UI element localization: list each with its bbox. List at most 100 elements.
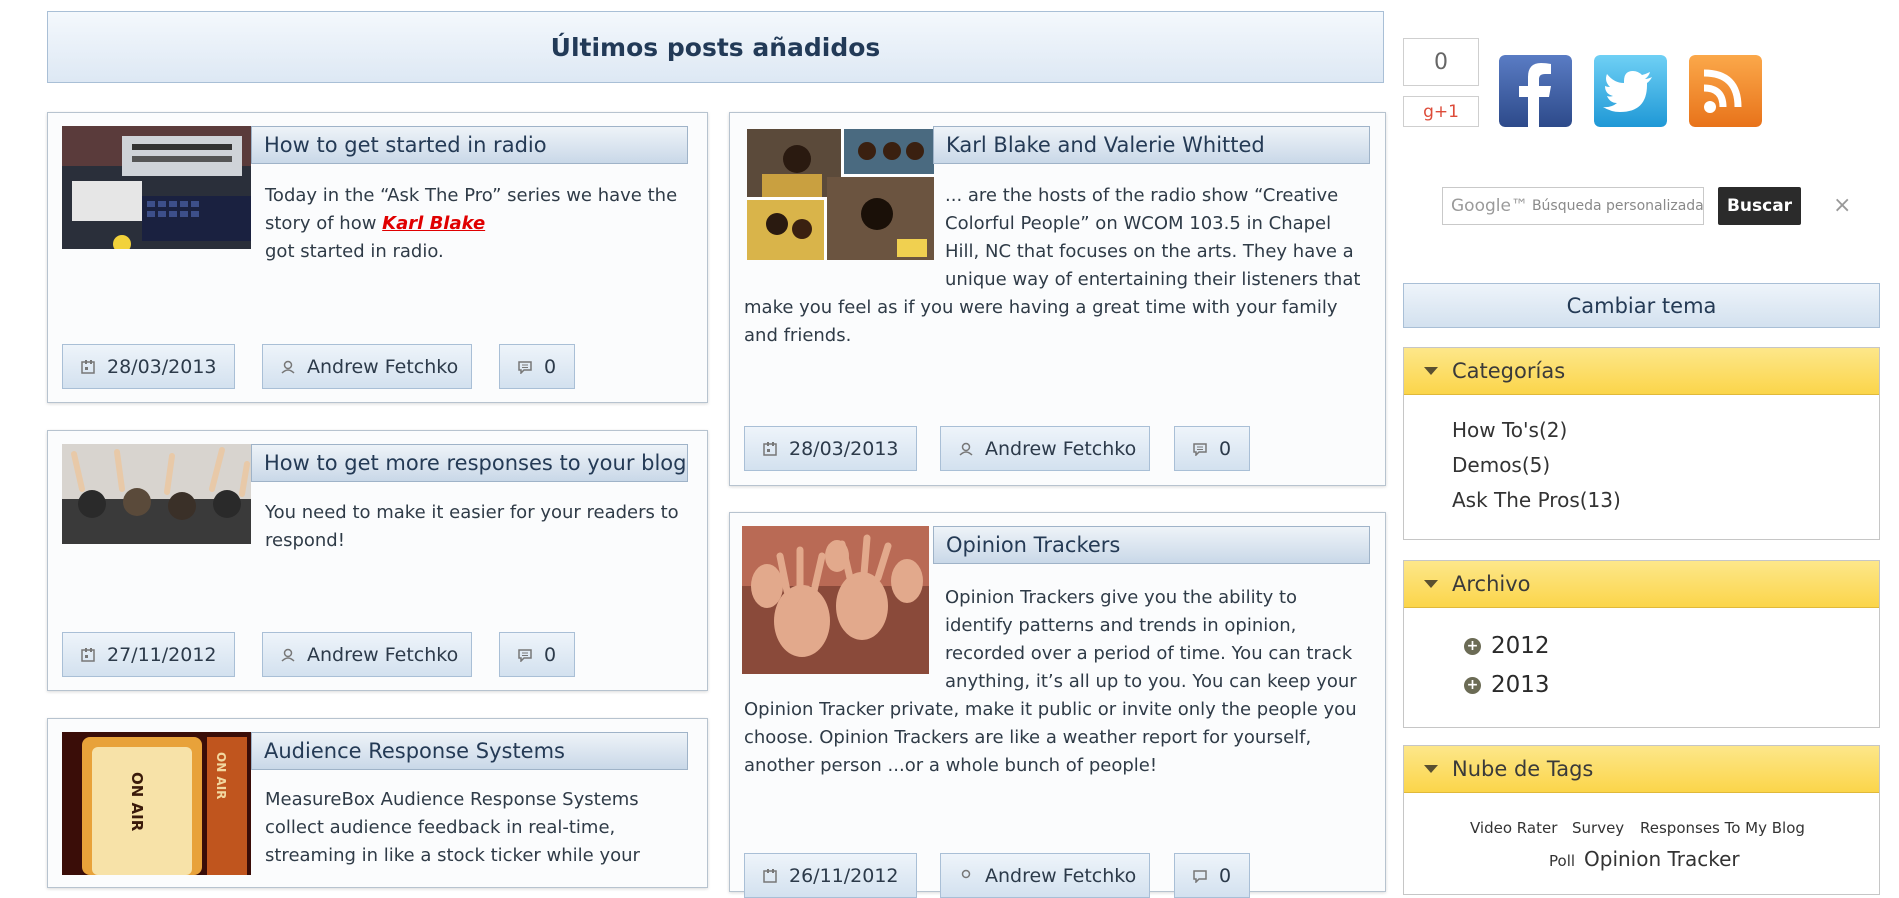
comment-count: 0	[544, 643, 557, 666]
search-button[interactable]: Buscar	[1718, 187, 1801, 225]
expand-plus-icon[interactable]: +	[1464, 637, 1481, 655]
tag-cloud-header[interactable]: Nube de Tags	[1404, 746, 1879, 793]
excerpt-line: recorded over a period of time. You can …	[945, 643, 1353, 664]
post-thumbnail-collage[interactable]	[747, 129, 934, 260]
user-icon	[281, 648, 295, 662]
post-title-link[interactable]: Karl Blake and Valerie Whitted	[933, 126, 1370, 164]
post-card-5: Opinion Trackers Opinion Trackers give y…	[729, 512, 1386, 898]
post-comments-button[interactable]: 0	[499, 344, 575, 389]
post-title-link[interactable]: How to get started in radio	[251, 126, 688, 164]
post-date: 27/11/2012	[107, 643, 217, 666]
rss-icon[interactable]	[1689, 55, 1762, 127]
post-author: Andrew Fetchko	[307, 355, 459, 378]
post-date: 28/03/2013	[107, 355, 217, 378]
post-comments-button[interactable]: 0	[1174, 853, 1250, 898]
post-author: Andrew Fetchko	[985, 864, 1137, 887]
post-excerpt: Today in the “Ask The Pro” series we hav…	[265, 182, 695, 266]
share-counter: 0	[1403, 38, 1479, 86]
post-author: Andrew Fetchko	[985, 437, 1137, 460]
widget-title: Nube de Tags	[1452, 757, 1594, 781]
post-card-4: Karl Blake and Valerie Whitted ... are t…	[729, 112, 1386, 486]
collapse-triangle-icon	[1424, 580, 1438, 588]
post-date: 26/11/2012	[789, 864, 899, 887]
tag-link[interactable]: Opinion Tracker	[1584, 847, 1740, 871]
post-date-button[interactable]: 26/11/2012	[744, 853, 917, 898]
excerpt-line: Opinion Trackers give you the ability to	[945, 587, 1298, 608]
excerpt-line: Hill, NC that focuses on the arts. They …	[945, 241, 1354, 262]
excerpt-line: anything, it’s all up to you. You can ke…	[945, 671, 1357, 692]
comment-icon	[1193, 442, 1207, 456]
post-thumbnail-raised-hands[interactable]	[62, 444, 251, 544]
archive-widget: Archivo + 2012 + 2013	[1403, 560, 1880, 728]
archive-year-2012[interactable]: + 2012	[1464, 633, 1550, 659]
categories-header[interactable]: Categorías	[1404, 348, 1879, 395]
post-date-button[interactable]: 28/03/2013	[744, 426, 917, 471]
post-author-button[interactable]: Andrew Fetchko	[940, 426, 1150, 471]
comment-count: 0	[1219, 437, 1232, 460]
post-excerpt: MeasureBox Audience Response Systems col…	[265, 789, 640, 866]
post-excerpt: ... are the hosts of the radio show “Cre…	[945, 182, 1375, 294]
comment-icon	[518, 360, 532, 374]
svg-text:ON AIR: ON AIR	[128, 772, 146, 832]
post-excerpt-continued: Opinion Tracker private, make it public …	[744, 699, 1357, 776]
category-count: (5)	[1521, 453, 1551, 477]
post-date-button[interactable]: 28/03/2013	[62, 344, 235, 389]
post-excerpt-continued: make you feel as if you were having a gr…	[744, 297, 1338, 346]
comment-icon	[1193, 869, 1207, 883]
widget-title: Categorías	[1452, 359, 1566, 383]
comment-count: 0	[544, 355, 557, 378]
author-link[interactable]: Karl Blake	[382, 213, 485, 234]
post-thumbnail-crowd-hands[interactable]	[742, 526, 929, 674]
post-comments-button[interactable]: 0	[499, 632, 575, 677]
category-item-howtos[interactable]: How To's(2)	[1452, 418, 1567, 442]
calendar-icon	[763, 868, 777, 883]
year-label: 2013	[1491, 672, 1550, 698]
tag-link[interactable]: Survey	[1572, 819, 1624, 837]
post-card-3: ON AIR ON AIR Audience Response Systems …	[47, 718, 708, 888]
post-card-1: How to get started in radio Today in the…	[47, 112, 708, 403]
post-date-button[interactable]: 27/11/2012	[62, 632, 235, 677]
gplus-button[interactable]: g+1	[1403, 96, 1479, 127]
post-title-link[interactable]: Opinion Trackers	[933, 526, 1370, 564]
calendar-icon	[81, 359, 95, 374]
user-icon	[959, 442, 973, 456]
excerpt-line: Colorful People” on WCOM 103.5 in Chapel	[945, 213, 1332, 234]
collapse-triangle-icon	[1424, 367, 1438, 375]
excerpt-line: unique way of entertaining their listene…	[945, 269, 1361, 290]
post-card-2: How to get more responses to your blog Y…	[47, 430, 708, 691]
twitter-icon[interactable]	[1594, 55, 1667, 127]
search-input[interactable]: Google™ Búsqueda personalizada	[1442, 187, 1704, 225]
search-placeholder: Búsqueda personalizada	[1531, 198, 1704, 214]
calendar-icon	[81, 647, 95, 662]
page-title: Últimos posts añadidos	[47, 11, 1384, 83]
tag-link[interactable]: Video Rater	[1470, 819, 1557, 837]
tag-link[interactable]: Responses To My Blog	[1640, 819, 1805, 837]
post-author-button[interactable]: Andrew Fetchko	[262, 632, 472, 677]
category-count: (2)	[1538, 418, 1568, 442]
post-excerpt: You need to make it easier for your read…	[265, 502, 679, 551]
archive-header[interactable]: Archivo	[1404, 561, 1879, 608]
archive-year-2013[interactable]: + 2013	[1464, 672, 1550, 698]
google-logo: Google™	[1451, 196, 1528, 216]
post-author-button[interactable]: Andrew Fetchko	[262, 344, 472, 389]
post-thumbnail-radio-studio[interactable]	[62, 126, 251, 249]
tag-link[interactable]: Poll	[1549, 852, 1575, 870]
change-theme-button[interactable]: Cambiar tema	[1403, 283, 1880, 328]
facebook-icon[interactable]	[1499, 55, 1572, 127]
tag-cloud-widget: Nube de Tags Video Rater Survey Response…	[1403, 745, 1880, 895]
user-icon	[961, 869, 971, 878]
close-icon[interactable]: ×	[1833, 193, 1851, 218]
expand-plus-icon[interactable]: +	[1464, 676, 1481, 694]
category-name: Demos	[1452, 453, 1522, 477]
collapse-triangle-icon	[1424, 765, 1438, 773]
svg-text:ON AIR: ON AIR	[214, 752, 228, 799]
post-title-link[interactable]: Audience Response Systems	[251, 732, 688, 770]
post-comments-button[interactable]: 0	[1174, 426, 1250, 471]
category-item-askthepros[interactable]: Ask The Pros(13)	[1452, 488, 1621, 512]
category-item-demos[interactable]: Demos(5)	[1452, 453, 1550, 477]
excerpt-text: got started in radio.	[265, 241, 444, 262]
category-name: Ask The Pros	[1452, 488, 1580, 512]
post-thumbnail-on-air[interactable]: ON AIR ON AIR	[62, 732, 251, 875]
post-author-button[interactable]: Andrew Fetchko	[940, 853, 1150, 898]
post-title-link[interactable]: How to get more responses to your blog	[251, 444, 688, 482]
